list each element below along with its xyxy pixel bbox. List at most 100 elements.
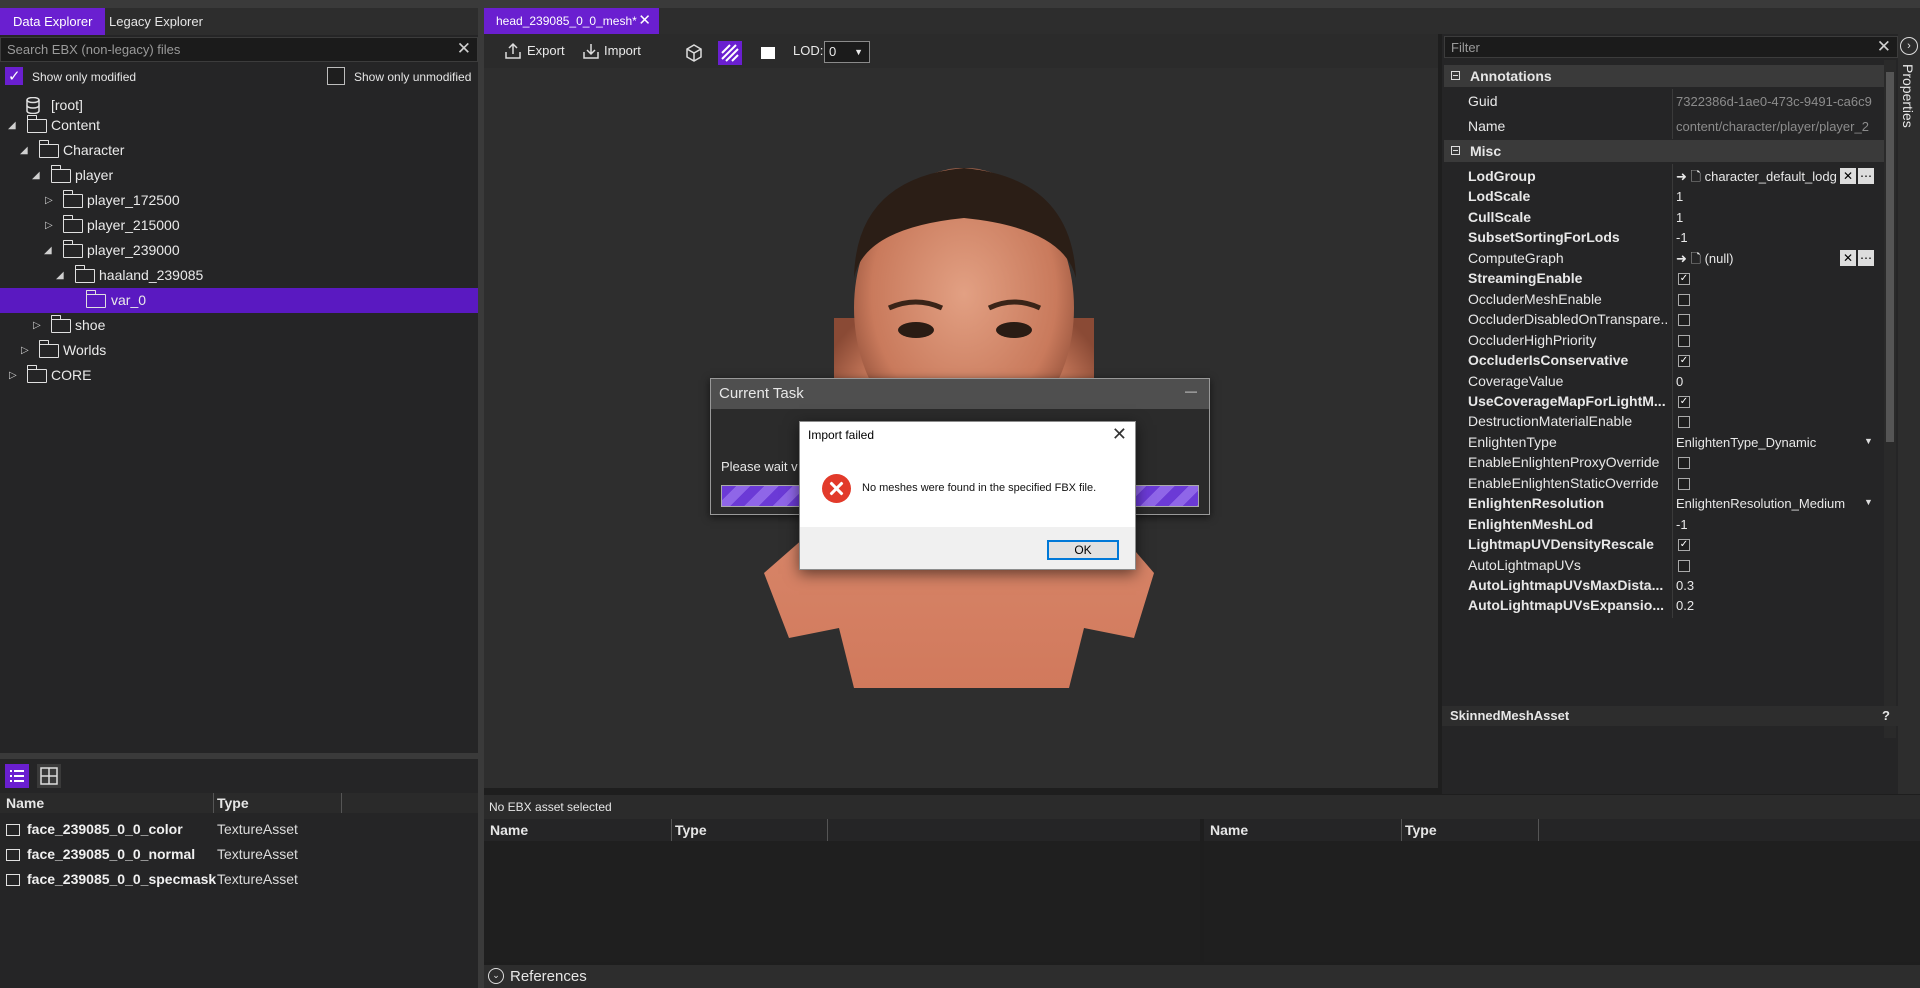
property-checkbox[interactable] [1678,477,1690,490]
property-filter: ✕ [1444,36,1898,58]
tree-item-shoe[interactable]: ▷ shoe [0,313,478,338]
database-icon [26,97,40,114]
property-checkbox[interactable]: ✓ [1678,395,1690,408]
tree-item-player-215000[interactable]: ▷ player_215000 [0,213,478,238]
collapse-icon[interactable] [1451,146,1460,155]
asset-status-bar: No EBX asset selected [484,795,1920,819]
cube-view-button[interactable] [682,41,706,65]
column-type[interactable]: Type [1405,822,1437,838]
list-item[interactable]: face_239085_0_0_normal TextureAsset [0,842,478,867]
import-button[interactable]: Import [604,43,641,58]
tab-legacy-explorer[interactable]: Legacy Explorer [96,8,216,35]
expanded-arrow-icon[interactable]: ◢ [44,238,52,263]
help-icon[interactable]: ? [1882,706,1890,726]
column-divider [213,793,214,813]
expanded-arrow-icon[interactable]: ◢ [56,263,64,288]
property-checkbox[interactable]: ✓ [1678,273,1690,286]
property-name: AutoLightmapUVsMaxDista... [1468,577,1664,593]
clear-filter-icon[interactable]: ✕ [1877,38,1891,56]
chevron-right-icon[interactable]: › [1900,37,1918,55]
tree-item-worlds[interactable]: ▷ Worlds [0,338,478,363]
tree-item-player[interactable]: ◢ player [0,163,478,188]
tree-item-core[interactable]: ▷ CORE [0,363,478,388]
chevron-down-icon: ▼ [854,47,863,57]
clear-reference-icon[interactable]: ✕ [1840,168,1856,184]
tree-item-character[interactable]: ◢ Character [0,138,478,163]
collapsed-arrow-icon[interactable]: ▷ [33,313,41,338]
filter-input[interactable] [1445,37,1865,57]
ebx-search-input[interactable] [1,38,441,61]
property-row[interactable]: AutoLightmapUVsExpansio... 0.2 [1444,593,1884,619]
column-name[interactable]: Name [490,822,528,838]
scrollbar-thumb[interactable] [1886,72,1894,442]
column-name[interactable]: Name [1210,822,1248,838]
property-row[interactable]: Guid 7322386d-1ae0-473c-9491-ca6c9 [1444,89,1884,114]
tree-item-haaland-239085[interactable]: ◢ haaland_239085 [0,263,478,288]
list-item[interactable]: face_239085_0_0_color TextureAsset [0,817,478,842]
property-name: StreamingEnable [1468,270,1583,287]
selected-type-name: SkinnedMeshAsset [1450,708,1570,723]
property-checkbox[interactable] [1678,416,1690,429]
close-tab-icon[interactable]: ✕ [638,8,651,34]
property-row[interactable]: Name content/character/player/player_2 [1444,114,1884,139]
wireframe-toggle-button[interactable] [718,41,742,65]
expanded-arrow-icon[interactable]: ◢ [20,138,28,163]
property-checkbox[interactable]: ✓ [1678,355,1690,368]
show-only-unmodified-label: Show only unmodified [354,70,472,84]
column-type[interactable]: Type [675,822,707,838]
tree-item-content[interactable]: ◢ Content [0,113,478,138]
property-value[interactable]: 0.2 [1672,593,1884,618]
collapsed-arrow-icon[interactable]: ▷ [21,338,29,363]
property-checkbox[interactable] [1678,334,1690,347]
property-checkbox[interactable] [1678,457,1690,470]
section-misc[interactable]: Misc [1444,140,1884,162]
tab-head-mesh[interactable]: head_239085_0_0_mesh* ✕ [484,8,659,34]
property-checkbox[interactable] [1678,293,1690,306]
collapsed-arrow-icon[interactable]: ▷ [45,188,53,213]
column-name[interactable]: Name [6,795,44,811]
ok-button[interactable]: OK [1047,540,1119,560]
property-checkbox[interactable] [1678,559,1690,572]
tree-item-var-0[interactable]: var_0 [0,288,478,313]
show-only-unmodified-checkbox[interactable] [327,67,345,85]
tree-item-player-172500[interactable]: ▷ player_172500 [0,188,478,213]
clear-reference-icon[interactable]: ✕ [1840,249,1856,266]
list-item[interactable]: face_239085_0_0_specmask TextureAsset [0,867,478,892]
properties-tab-label: Properties [1900,64,1916,128]
expanded-arrow-icon[interactable]: ◢ [32,163,40,188]
clear-search-icon[interactable]: ✕ [457,40,471,58]
section-annotations[interactable]: Annotations [1444,65,1884,87]
browse-reference-icon[interactable]: ⋯ [1858,249,1874,266]
background-toggle-button[interactable] [756,41,780,65]
chevron-down-icon[interactable]: ▼ [1864,436,1873,446]
property-value-text: -1 [1676,230,1688,246]
export-button[interactable]: Export [527,43,565,58]
chevron-down-icon[interactable]: ▼ [1864,497,1873,507]
cube-icon [686,44,702,62]
browse-reference-icon[interactable]: ⋯ [1858,168,1874,184]
tree-item-player-239000[interactable]: ◢ player_239000 [0,238,478,263]
collapsed-arrow-icon[interactable]: ▷ [45,213,53,238]
property-checkbox[interactable]: ✓ [1678,539,1690,552]
tab-data-explorer[interactable]: Data Explorer [0,8,106,35]
references-bar[interactable]: ⌄ References [484,965,1920,988]
collapse-icon[interactable] [1451,71,1460,80]
properties-scrollbar[interactable] [1884,60,1896,738]
properties-side-tab[interactable]: › Properties [1898,34,1920,794]
column-type[interactable]: Type [217,795,249,811]
show-only-modified-checkbox[interactable] [5,67,23,85]
minimize-icon[interactable]: — [1185,384,1197,398]
grid-view-button[interactable] [37,764,61,788]
column-divider [671,819,672,841]
expanded-arrow-icon[interactable]: ◢ [8,113,16,138]
property-name: SubsetSortingForLods [1468,229,1620,246]
list-view-button[interactable] [5,764,29,788]
document-tabs: head_239085_0_0_mesh* ✕ [484,8,1920,34]
collapsed-arrow-icon[interactable]: ▷ [9,363,17,388]
column-divider [1401,819,1402,841]
tab-title: head_239085_0_0_mesh* [496,14,637,28]
lod-select[interactable]: 0 ▼ [824,41,870,63]
property-checkbox[interactable] [1678,314,1690,327]
chevron-down-icon[interactable]: ⌄ [488,968,504,984]
close-icon[interactable]: ✕ [1112,424,1127,445]
